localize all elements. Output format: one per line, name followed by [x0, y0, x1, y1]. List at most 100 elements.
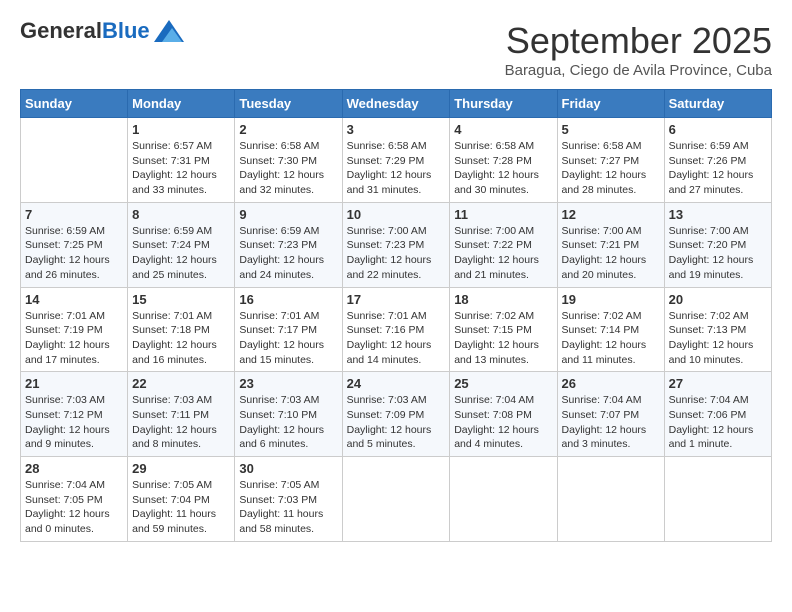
day-info: Sunrise: 7:01 AMSunset: 7:16 PMDaylight:…: [347, 309, 446, 368]
day-info: Sunrise: 7:04 AMSunset: 7:06 PMDaylight:…: [669, 393, 767, 452]
calendar-cell: 30 Sunrise: 7:05 AMSunset: 7:03 PMDayligh…: [235, 457, 342, 542]
logo-icon: [154, 20, 184, 42]
day-info: Sunrise: 7:03 AMSunset: 7:11 PMDaylight:…: [132, 393, 230, 452]
day-info: Sunrise: 7:02 AMSunset: 7:13 PMDaylight:…: [669, 309, 767, 368]
day-number: 28: [25, 461, 123, 476]
calendar-cell: 24 Sunrise: 7:03 AMSunset: 7:09 PMDayligh…: [342, 372, 450, 457]
day-info: Sunrise: 6:58 AMSunset: 7:27 PMDaylight:…: [562, 139, 660, 198]
calendar-header-row: SundayMondayTuesdayWednesdayThursdayFrid…: [21, 90, 772, 118]
calendar-cell: 3Sunrise: 6:58 AMSunset: 7:29 PMDaylight…: [342, 118, 450, 203]
calendar-cell: 8 Sunrise: 6:59 AMSunset: 7:24 PMDaylight…: [128, 202, 235, 287]
calendar-cell: 6 Sunrise: 6:59 AMSunset: 7:26 PMDaylight…: [664, 118, 771, 203]
calendar-cell: 17 Sunrise: 7:01 AMSunset: 7:16 PMDayligh…: [342, 287, 450, 372]
calendar-week-3: 21 Sunrise: 7:03 AMSunset: 7:12 PMDayligh…: [21, 372, 772, 457]
day-info: Sunrise: 6:58 AMSunset: 7:30 PMDaylight:…: [239, 139, 337, 198]
calendar-header-sunday: Sunday: [21, 90, 128, 118]
calendar-cell: 16 Sunrise: 7:01 AMSunset: 7:17 PMDayligh…: [235, 287, 342, 372]
day-number: 30: [239, 461, 337, 476]
day-number: 10: [347, 207, 446, 222]
day-number: 21: [25, 376, 123, 391]
day-info: Sunrise: 6:59 AMSunset: 7:23 PMDaylight:…: [239, 224, 337, 283]
calendar-week-0: 1 Sunrise: 6:57 AMSunset: 7:31 PMDaylight…: [21, 118, 772, 203]
calendar-cell: [450, 457, 557, 542]
day-info: Sunrise: 7:00 AMSunset: 7:21 PMDaylight:…: [562, 224, 660, 283]
calendar-cell: 14 Sunrise: 7:01 AMSunset: 7:19 PMDayligh…: [21, 287, 128, 372]
day-number: 4: [454, 122, 552, 137]
calendar-cell: 12Sunrise: 7:00 AMSunset: 7:21 PMDayligh…: [557, 202, 664, 287]
calendar-cell: 4 Sunrise: 6:58 AMSunset: 7:28 PMDaylight…: [450, 118, 557, 203]
calendar-cell: 18Sunrise: 7:02 AMSunset: 7:15 PMDayligh…: [450, 287, 557, 372]
day-info: Sunrise: 7:03 AMSunset: 7:10 PMDaylight:…: [239, 393, 337, 452]
day-info: Sunrise: 7:00 AMSunset: 7:23 PMDaylight:…: [347, 224, 446, 283]
day-info: Sunrise: 6:59 AMSunset: 7:24 PMDaylight:…: [132, 224, 230, 283]
calendar-week-4: 28 Sunrise: 7:04 AMSunset: 7:05 PMDayligh…: [21, 457, 772, 542]
day-info: Sunrise: 7:05 AMSunset: 7:03 PMDaylight:…: [239, 478, 337, 537]
day-info: Sunrise: 7:00 AMSunset: 7:22 PMDaylight:…: [454, 224, 552, 283]
calendar-table: SundayMondayTuesdayWednesdayThursdayFrid…: [20, 89, 772, 542]
day-info: Sunrise: 7:00 AMSunset: 7:20 PMDaylight:…: [669, 224, 767, 283]
day-number: 17: [347, 292, 446, 307]
day-info: Sunrise: 7:01 AMSunset: 7:17 PMDaylight:…: [239, 309, 337, 368]
day-number: 8: [132, 207, 230, 222]
day-info: Sunrise: 7:03 AMSunset: 7:12 PMDaylight:…: [25, 393, 123, 452]
calendar-cell: [21, 118, 128, 203]
day-number: 14: [25, 292, 123, 307]
calendar-cell: 26Sunrise: 7:04 AMSunset: 7:07 PMDayligh…: [557, 372, 664, 457]
calendar-cell: 9 Sunrise: 6:59 AMSunset: 7:23 PMDaylight…: [235, 202, 342, 287]
day-number: 18: [454, 292, 552, 307]
calendar-header-thursday: Thursday: [450, 90, 557, 118]
calendar-header-monday: Monday: [128, 90, 235, 118]
day-number: 25: [454, 376, 552, 391]
day-number: 11: [454, 207, 552, 222]
calendar-cell: [342, 457, 450, 542]
page-header: GeneralBlue September 2025 Baragua, Cieg…: [20, 20, 772, 79]
day-info: Sunrise: 7:05 AMSunset: 7:04 PMDaylight:…: [132, 478, 230, 537]
day-number: 2: [239, 122, 337, 137]
day-number: 22: [132, 376, 230, 391]
day-number: 27: [669, 376, 767, 391]
day-number: 7: [25, 207, 123, 222]
calendar-cell: 5 Sunrise: 6:58 AMSunset: 7:27 PMDaylight…: [557, 118, 664, 203]
day-number: 1: [132, 122, 230, 137]
calendar-header-tuesday: Tuesday: [235, 90, 342, 118]
calendar-cell: 25Sunrise: 7:04 AMSunset: 7:08 PMDayligh…: [450, 372, 557, 457]
day-number: 9: [239, 207, 337, 222]
day-number: 6: [669, 122, 767, 137]
day-number: 24: [347, 376, 446, 391]
calendar-cell: [664, 457, 771, 542]
day-info: Sunrise: 6:59 AMSunset: 7:26 PMDaylight:…: [669, 139, 767, 198]
day-info: Sunrise: 7:01 AMSunset: 7:19 PMDaylight:…: [25, 309, 123, 368]
day-info: Sunrise: 7:04 AMSunset: 7:05 PMDaylight:…: [25, 478, 123, 537]
logo-blue: Blue: [102, 18, 150, 43]
day-info: Sunrise: 6:59 AMSunset: 7:25 PMDaylight:…: [25, 224, 123, 283]
day-info: Sunrise: 6:58 AMSunset: 7:28 PMDaylight:…: [454, 139, 552, 198]
day-info: Sunrise: 6:57 AMSunset: 7:31 PMDaylight:…: [132, 139, 230, 198]
calendar-week-2: 14 Sunrise: 7:01 AMSunset: 7:19 PMDayligh…: [21, 287, 772, 372]
calendar-cell: 7 Sunrise: 6:59 AMSunset: 7:25 PMDaylight…: [21, 202, 128, 287]
calendar-header-friday: Friday: [557, 90, 664, 118]
calendar-cell: 2 Sunrise: 6:58 AMSunset: 7:30 PMDaylight…: [235, 118, 342, 203]
calendar-cell: 19Sunrise: 7:02 AMSunset: 7:14 PMDayligh…: [557, 287, 664, 372]
day-info: Sunrise: 7:04 AMSunset: 7:07 PMDaylight:…: [562, 393, 660, 452]
day-number: 15: [132, 292, 230, 307]
day-number: 5: [562, 122, 660, 137]
calendar-cell: 21 Sunrise: 7:03 AMSunset: 7:12 PMDayligh…: [21, 372, 128, 457]
calendar-cell: [557, 457, 664, 542]
day-number: 23: [239, 376, 337, 391]
calendar-cell: 28 Sunrise: 7:04 AMSunset: 7:05 PMDayligh…: [21, 457, 128, 542]
day-number: 13: [669, 207, 767, 222]
day-number: 16: [239, 292, 337, 307]
location: Baragua, Ciego de Avila Province, Cuba: [505, 62, 772, 79]
title-block: September 2025 Baragua, Ciego de Avila P…: [505, 20, 772, 79]
day-info: Sunrise: 7:03 AMSunset: 7:09 PMDaylight:…: [347, 393, 446, 452]
day-number: 3: [347, 122, 446, 137]
calendar-cell: 11 Sunrise: 7:00 AMSunset: 7:22 PMDayligh…: [450, 202, 557, 287]
day-number: 20: [669, 292, 767, 307]
day-info: Sunrise: 7:02 AMSunset: 7:14 PMDaylight:…: [562, 309, 660, 368]
month-title: September 2025: [505, 20, 772, 62]
calendar-cell: 10 Sunrise: 7:00 AMSunset: 7:23 PMDayligh…: [342, 202, 450, 287]
calendar-cell: 15Sunrise: 7:01 AMSunset: 7:18 PMDayligh…: [128, 287, 235, 372]
calendar-cell: 22 Sunrise: 7:03 AMSunset: 7:11 PMDayligh…: [128, 372, 235, 457]
calendar-cell: 23 Sunrise: 7:03 AMSunset: 7:10 PMDayligh…: [235, 372, 342, 457]
calendar-week-1: 7 Sunrise: 6:59 AMSunset: 7:25 PMDaylight…: [21, 202, 772, 287]
